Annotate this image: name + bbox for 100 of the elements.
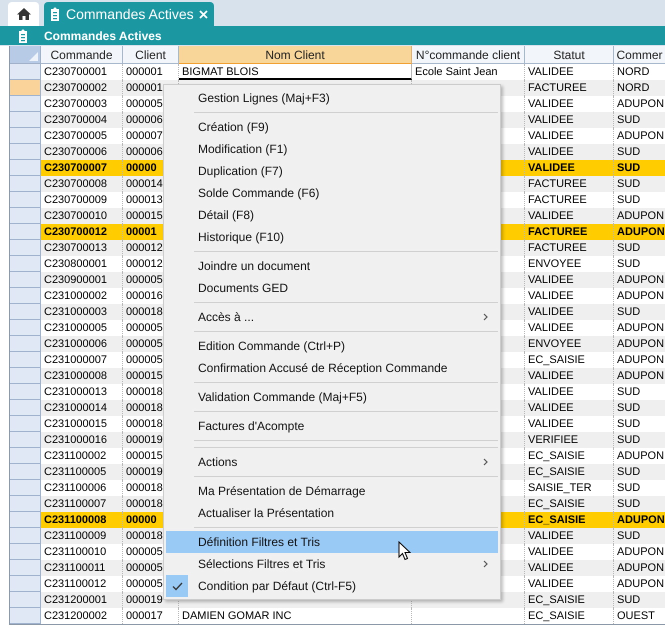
row-header[interactable] [10, 384, 41, 400]
table-cell: SUD [614, 176, 665, 192]
table-cell: VALIDEE [525, 544, 614, 560]
table-cell: C231100009 [41, 528, 123, 544]
table-cell: C230700012 [41, 224, 123, 240]
table-cell: ADUPON [614, 336, 665, 352]
row-header[interactable] [10, 512, 41, 528]
row-header[interactable] [10, 432, 41, 448]
row-header[interactable] [10, 224, 41, 240]
table-cell: C230700010 [41, 208, 123, 224]
tab[interactable]: Commandes Actives [44, 2, 214, 26]
row-header[interactable] [10, 592, 41, 608]
row-header[interactable] [10, 288, 41, 304]
table-cell: FACTUREE [525, 176, 614, 192]
row-header[interactable] [10, 336, 41, 352]
table-cell: BIGMAT BLOIS [179, 64, 412, 80]
table-cell: VALIDEE [525, 208, 614, 224]
table-cell: VALIDEE [525, 128, 614, 144]
row-header[interactable] [10, 448, 41, 464]
table-cell: 000001 [123, 64, 179, 80]
row-header[interactable] [10, 240, 41, 256]
table-cell: C231000016 [41, 432, 123, 448]
close-icon[interactable] [199, 10, 208, 18]
table-cell: C231100011 [41, 560, 123, 576]
table-cell: C231000003 [41, 304, 123, 320]
table-cell: VALIDEE [525, 272, 614, 288]
column-header[interactable]: Nom Client [179, 46, 412, 64]
row-header[interactable] [10, 272, 41, 288]
tab[interactable] [8, 2, 39, 26]
row-header[interactable] [10, 352, 41, 368]
table-cell: C230700004 [41, 112, 123, 128]
row-header[interactable] [10, 160, 41, 176]
row-header[interactable] [10, 544, 41, 560]
table-cell: C231100008 [41, 512, 123, 528]
table-cell: C231000006 [41, 336, 123, 352]
table-cell: C231000008 [41, 368, 123, 384]
table-cell: VALIDEE [525, 112, 614, 128]
row-header[interactable] [10, 608, 41, 624]
row-header[interactable] [10, 144, 41, 160]
table-cell: VALIDEE [525, 528, 614, 544]
tab-label: Commandes Actives [66, 4, 194, 24]
table-cell: VALIDEE [525, 576, 614, 592]
row-header[interactable] [10, 400, 41, 416]
row-header[interactable] [10, 368, 41, 384]
table-cell: VERIFIEE [525, 432, 614, 448]
column-header[interactable]: Client [123, 46, 179, 64]
table-cell: NORD [614, 80, 665, 96]
row-header[interactable] [10, 128, 41, 144]
table-cell: VALIDEE [525, 320, 614, 336]
row-header[interactable] [10, 304, 41, 320]
row-header[interactable] [10, 528, 41, 544]
row-header[interactable] [10, 416, 41, 432]
row-header[interactable] [10, 192, 41, 208]
table-cell: 000017 [123, 608, 179, 624]
select-all-corner[interactable] [10, 46, 41, 64]
row-header[interactable] [10, 256, 41, 272]
table-cell: ADUPON [614, 272, 665, 288]
table-cell: C231000014 [41, 400, 123, 416]
row-header[interactable] [10, 208, 41, 224]
column-header[interactable]: Commer [614, 46, 665, 64]
table-cell: SUD [614, 400, 665, 416]
table-cell: EC_SAISIE [525, 496, 614, 512]
table-cell: ADUPON [614, 560, 665, 576]
table-cell: SUD [614, 144, 665, 160]
row-header[interactable] [10, 576, 41, 592]
table-cell: VALIDEE [525, 64, 614, 80]
table-cell: SUD [614, 240, 665, 256]
table-cell: C230700006 [41, 144, 123, 160]
row-header[interactable] [10, 464, 41, 480]
row-header[interactable] [10, 96, 41, 112]
row-header[interactable] [10, 112, 41, 128]
table-cell: ADUPON [614, 368, 665, 384]
column-header[interactable]: Commande [41, 46, 123, 64]
row-header[interactable] [10, 480, 41, 496]
cursor-icon [398, 541, 411, 561]
table-cell: SUD [614, 592, 665, 608]
table-cell: SUD [614, 496, 665, 512]
table-cell: C230700002 [41, 80, 123, 96]
table-cell: C231200001 [41, 592, 123, 608]
table-cell: C230700008 [41, 176, 123, 192]
row-header[interactable] [10, 80, 41, 96]
row-header[interactable] [10, 496, 41, 512]
row-header[interactable] [10, 560, 41, 576]
table-cell: SUD [614, 432, 665, 448]
row-header[interactable] [10, 176, 41, 192]
table-cell: SUD [614, 160, 665, 176]
table-cell: FACTUREE [525, 80, 614, 96]
table-cell: C230700007 [41, 160, 123, 176]
row-header[interactable] [10, 64, 41, 80]
table-cell: ADUPON [614, 208, 665, 224]
menu-item[interactable]: Définition Filtres et Tris [166, 531, 498, 553]
table-cell: VALIDEE [525, 416, 614, 432]
row-header[interactable] [10, 320, 41, 336]
table-cell: ENVOYEE [525, 336, 614, 352]
table-cell: VALIDEE [525, 160, 614, 176]
column-header[interactable]: N°commande client [412, 46, 525, 64]
table-cell: C231100005 [41, 464, 123, 480]
table-cell: SUD [614, 528, 665, 544]
table-cell: VALIDEE [525, 96, 614, 112]
column-header[interactable]: Statut [525, 46, 614, 64]
